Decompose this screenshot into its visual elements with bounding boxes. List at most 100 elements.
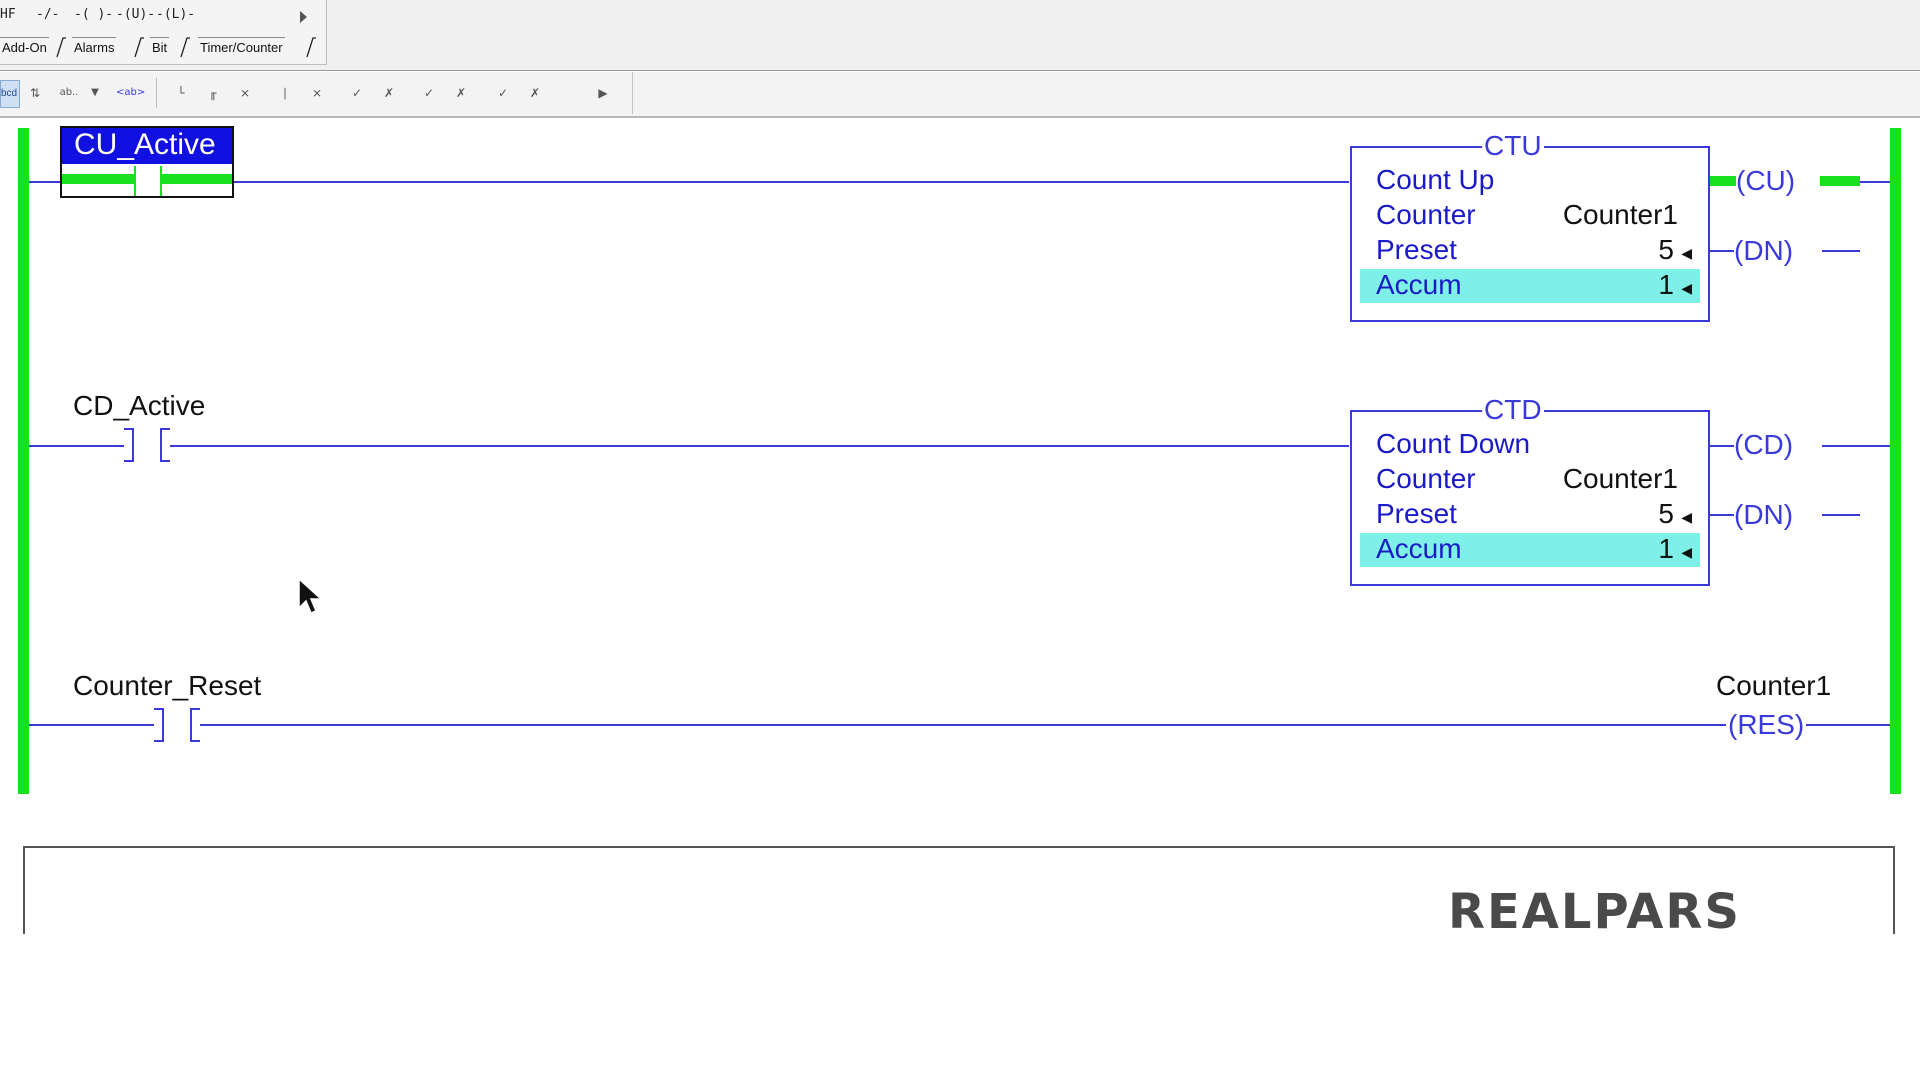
ctu-instruction-block[interactable]: CTU Count Up Counter Counter1 Preset 5 ◀ Ac… xyxy=(1350,130,1710,322)
ctu-counter-value[interactable]: Counter1 xyxy=(1563,199,1678,231)
ctu-counter-label: Counter xyxy=(1376,199,1476,230)
res-coil-tag: Counter1 xyxy=(1716,670,1832,701)
tab-divider-icon xyxy=(306,37,316,57)
xic-contact-right-icon[interactable] xyxy=(190,708,200,742)
rung-icon[interactable]: └ xyxy=(170,82,192,104)
ctd-dn-wire-right xyxy=(1822,514,1860,516)
tab-divider-icon xyxy=(134,37,144,57)
ab-dropdown-icon[interactable]: ab.. xyxy=(54,82,84,104)
ctd-dn-wire-left xyxy=(1710,514,1734,516)
ctd-name: Count Down xyxy=(1376,428,1531,459)
palette-box: HF -/- -( )- -(U)- -(L)- Add-On Alarms B… xyxy=(0,0,327,65)
test-edits-icon[interactable]: ▶ xyxy=(592,82,614,104)
cancel-edits-icon[interactable]: ✗ xyxy=(450,82,472,104)
ctd-accum-row: Accum 1 ◀ xyxy=(1360,533,1700,567)
ctu-preset-label: Preset xyxy=(1376,234,1457,265)
ctd-counter-row: Counter Counter1 xyxy=(1360,463,1700,497)
cu-energized-wire xyxy=(1710,176,1736,186)
rung2-contact-tag: Counter_Reset xyxy=(73,670,262,701)
ctu-dn-output: (DN) xyxy=(1734,235,1794,266)
right-power-rail xyxy=(1890,128,1901,794)
tab-add-on[interactable]: Add-On xyxy=(0,37,49,58)
scroll-right-icon[interactable] xyxy=(300,11,307,23)
ctu-counter-row: Counter Counter1 xyxy=(1360,199,1700,233)
expand-branch-icon[interactable]: ⇅ xyxy=(24,82,46,104)
ctd-dn-output-label: DN xyxy=(1743,499,1784,530)
tab-alarms[interactable]: Alarms xyxy=(72,37,117,58)
otu-instruction-button[interactable]: -(U)- xyxy=(116,7,155,22)
accept-edits-icon[interactable]: ✓ xyxy=(418,82,440,104)
xic-contact-left-icon[interactable] xyxy=(124,428,134,462)
contact-gap xyxy=(164,708,190,742)
branch-level-icon[interactable]: ∣ xyxy=(274,82,296,104)
cd-output-label: CD xyxy=(1743,429,1784,460)
xic-contact-left-icon[interactable] xyxy=(154,708,164,742)
assemble-icon[interactable]: ✓ xyxy=(492,82,514,104)
delete-level-icon[interactable]: ⨯ xyxy=(306,82,328,104)
ctd-title: CTD xyxy=(1482,394,1544,426)
dropdown-arrow-icon[interactable]: ▼ xyxy=(84,82,106,104)
res-coil-label: RES xyxy=(1737,709,1795,740)
ctd-cd-output: (CD) xyxy=(1734,429,1794,460)
cd-wire-left xyxy=(1710,445,1734,447)
mouse-cursor-icon xyxy=(298,578,323,614)
ctd-name-row: Count Down xyxy=(1360,428,1700,462)
value-arrow-icon: ◀ xyxy=(1681,509,1692,525)
instruction-palette: HF -/- -( )- -(U)- -(L)- Add-On Alarms B… xyxy=(0,0,1920,71)
xic-instruction-button[interactable]: HF xyxy=(0,7,16,22)
tab-divider-icon xyxy=(56,37,66,57)
tab-bit[interactable]: Bit xyxy=(150,37,170,58)
ctd-dn-output: (DN) xyxy=(1734,499,1794,530)
ctu-title: CTU xyxy=(1482,130,1544,162)
dn-output-label: DN xyxy=(1743,235,1784,266)
delete-branch-icon[interactable]: ⨯ xyxy=(234,82,256,104)
cancel-assemble-icon[interactable]: ✗ xyxy=(524,82,546,104)
ladder-toolbar: bcd ⇅ ab.. ▼ <ab> └ ╓ ⨯ ∣ ⨯ ✓ ✗ ✓ ✗ ✓ ✗ … xyxy=(0,72,1920,118)
ctu-preset-row: Preset 5 ◀ xyxy=(1360,234,1700,268)
realpars-logo: REALPARS xyxy=(1448,884,1741,940)
ctu-accum-label: Accum xyxy=(1376,269,1462,300)
toolbar-separator xyxy=(156,78,157,108)
cd-wire-right xyxy=(1822,445,1890,447)
ctd-accum-label: Accum xyxy=(1376,533,1462,564)
footer-right-border xyxy=(1893,846,1895,934)
ctu-cu-output: (CU) xyxy=(1736,165,1796,196)
value-arrow-icon: ◀ xyxy=(1681,245,1692,261)
rung1-contact-tag: CD_Active xyxy=(73,390,206,421)
cu-output-label: CU xyxy=(1745,165,1786,196)
toolbar-group: bcd ⇅ ab.. ▼ <ab> └ ╓ ⨯ ∣ ⨯ ✓ ✗ ✓ ✗ ✓ ✗ … xyxy=(0,72,633,114)
otl-instruction-button[interactable]: -(L)- xyxy=(156,7,195,22)
palette-tabs: Add-On Alarms Bit Timer/Counter xyxy=(0,37,326,57)
ote-instruction-button[interactable]: -( )- xyxy=(74,7,113,22)
ctu-name-row: Count Up xyxy=(1360,164,1700,198)
contact-gap xyxy=(134,428,160,462)
ctd-preset-value[interactable]: 5 xyxy=(1658,498,1674,530)
verify-delete-icon[interactable]: ✗ xyxy=(378,82,400,104)
ladder-end-line xyxy=(24,846,1894,848)
rung1-wire xyxy=(29,445,1349,447)
res-coil[interactable]: (RES) xyxy=(1726,708,1807,742)
ctd-accum-value[interactable]: 1 xyxy=(1658,533,1674,565)
ctd-counter-value[interactable]: Counter1 xyxy=(1563,463,1678,495)
verify-rung-icon[interactable]: ✓ xyxy=(346,82,368,104)
ctd-instruction-block[interactable]: CTD Count Down Counter Counter1 Preset 5 ◀ … xyxy=(1350,394,1710,586)
value-arrow-icon: ◀ xyxy=(1681,280,1692,296)
bcd-view-button[interactable]: bcd xyxy=(0,80,20,108)
dn-wire-left xyxy=(1710,250,1734,252)
ab-symbol-icon[interactable]: <ab> xyxy=(116,82,145,104)
ctu-preset-value[interactable]: 5 xyxy=(1658,234,1674,266)
tab-divider-icon xyxy=(180,37,190,57)
xic-contact-right-icon[interactable] xyxy=(160,428,170,462)
rung0-right-wire xyxy=(1860,181,1890,183)
tab-timer-counter[interactable]: Timer/Counter xyxy=(198,37,285,58)
xio-instruction-button[interactable]: -/- xyxy=(36,7,59,22)
footer-left-border xyxy=(23,846,25,934)
rung2-wire xyxy=(29,724,1890,726)
rung0-contact-tag: CU_Active xyxy=(74,128,216,161)
branch-icon[interactable]: ╓ xyxy=(202,82,224,104)
ctu-accum-value[interactable]: 1 xyxy=(1658,269,1674,301)
rung0-contact-selection[interactable]: CU_Active xyxy=(60,126,234,198)
ctd-preset-row: Preset 5 ◀ xyxy=(1360,498,1700,532)
left-power-rail xyxy=(18,128,29,794)
ctu-accum-row: Accum 1 ◀ xyxy=(1360,269,1700,303)
